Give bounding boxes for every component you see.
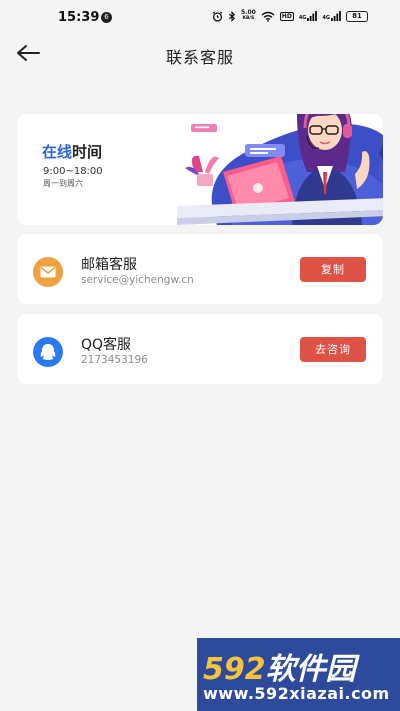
consult-qq-button[interactable]: 去咨询: [300, 337, 366, 362]
online-hours-title-accent: 在线: [42, 143, 73, 161]
online-hours-days: 周一到周六: [43, 179, 83, 188]
qq-support-title: QQ客服: [81, 337, 132, 353]
battery-icon: 81: [346, 10, 368, 22]
site-watermark: 592软件园 www.592xiazai.com: [197, 638, 400, 711]
qq-support-card: QQ客服 2173453196 去咨询: [17, 314, 383, 384]
online-hours-title: 在线时间: [42, 141, 102, 162]
support-agent-illustration: [177, 114, 383, 225]
wifi-icon: [261, 11, 275, 22]
watermark-url: www.592xiazai.com: [203, 684, 390, 703]
page-title: 联系客服: [165, 48, 234, 67]
bluetooth-icon: [228, 10, 236, 22]
hd-badge: HD: [279, 11, 294, 21]
alarm-icon: [212, 10, 223, 22]
qq-number: 2173453196: [81, 354, 148, 366]
status-bar: 15:39 6 5.00 KB/S HD 4G 4G 81: [0, 0, 400, 36]
app-header: 联系客服: [0, 36, 400, 72]
watermark-brand-number: 592: [203, 652, 266, 687]
notification-badge: 6: [101, 12, 112, 23]
copy-email-button[interactable]: 复制: [300, 257, 366, 282]
signal-sim1: 4G: [299, 11, 318, 21]
status-icons: 5.00 KB/S HD 4G 4G 81: [212, 10, 368, 22]
signal-sim2: 4G: [322, 11, 341, 21]
email-support-title: 邮箱客服: [81, 257, 137, 273]
online-hours-card: 在线时间 9:00~18:00 周一到周六: [17, 114, 383, 225]
watermark-brand: 592软件园: [203, 644, 356, 688]
online-hours-title-rest: 时间: [72, 143, 103, 161]
signal-bars-icon: [307, 11, 318, 21]
online-hours-time: 9:00~18:00: [43, 166, 103, 177]
email-support-card: 邮箱客服 service@yichengw.cn 复制: [17, 234, 383, 304]
mail-icon: [33, 257, 63, 287]
qq-icon: [33, 337, 63, 367]
network-speed: 5.00 KB/S: [240, 9, 256, 22]
status-time: 15:39: [58, 10, 100, 25]
signal-bars-icon: [331, 11, 341, 21]
email-address: service@yichengw.cn: [81, 274, 194, 286]
contact-support-screen: 15:39 6 5.00 KB/S HD 4G 4G 81 联系客服 在线时间 …: [0, 0, 400, 711]
watermark-brand-text: 软件园: [265, 652, 356, 687]
